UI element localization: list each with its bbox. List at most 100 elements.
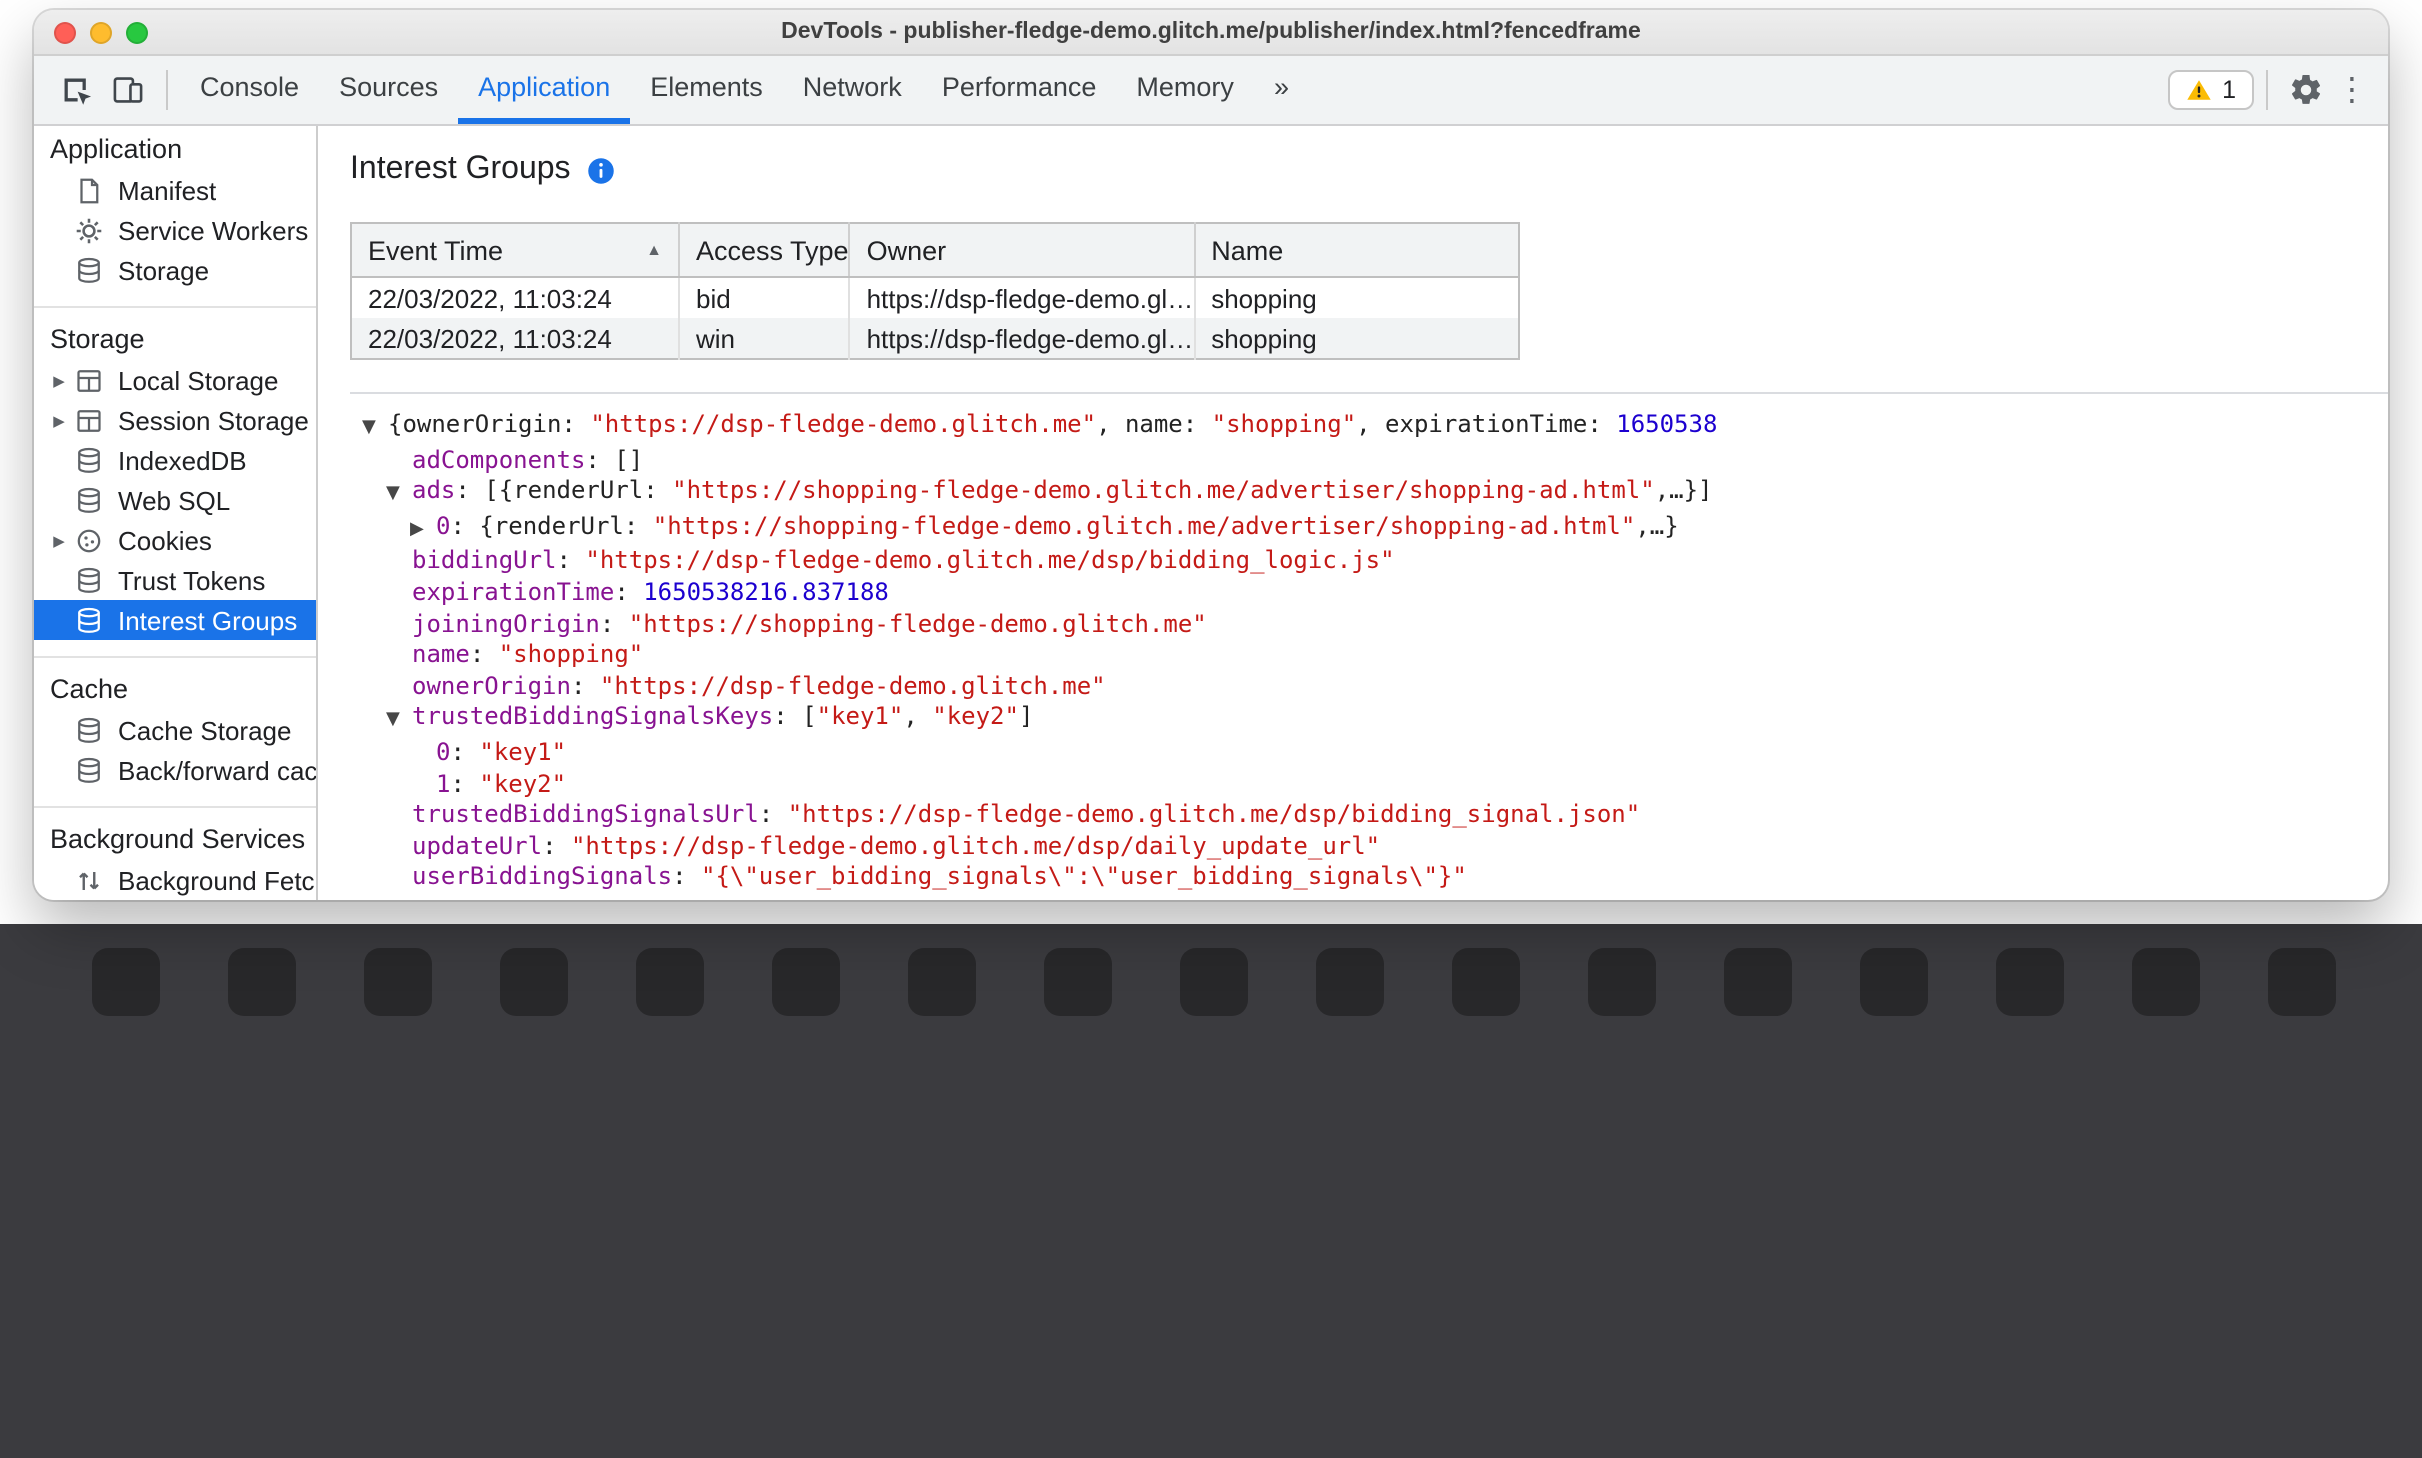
tree-line[interactable]: ▼ trustedBiddingSignalsKeys: ["key1", "ke… — [354, 703, 2388, 738]
dock-app-shape — [2132, 948, 2200, 1016]
tree-token: : — [469, 640, 499, 669]
sidebar-item-label: Cookies — [118, 525, 212, 555]
sidebar-item-storage[interactable]: Storage — [34, 250, 316, 290]
tree-token: "key2" — [932, 702, 1019, 731]
dock-app-shape — [636, 948, 704, 1016]
expand-arrow-icon[interactable]: ▶ — [46, 371, 72, 389]
tree-token: ownerOrigin — [412, 671, 571, 700]
tree-token: : — [450, 769, 480, 798]
tab-sources[interactable]: Sources — [319, 56, 458, 124]
sidebar-item-service-workers[interactable]: Service Workers — [34, 210, 316, 250]
device-toolbar-button[interactable] — [102, 62, 154, 118]
tree-token: : — [614, 577, 644, 606]
sidebar-section-background-services: Background Services Background Fetch — [34, 808, 316, 900]
sidebar-section-title: Cache — [50, 674, 129, 704]
tree-token: : — [556, 546, 586, 575]
column-header-owner[interactable]: Owner — [848, 223, 1195, 278]
sidebar-item-cache-storage[interactable]: Cache Storage — [34, 710, 316, 750]
sidebar-item-manifest[interactable]: Manifest — [34, 170, 316, 210]
sidebar-item-cookies[interactable]: ▶ Cookies — [34, 520, 316, 560]
tree-line[interactable]: joiningOrigin: "https://shopping-fledge-… — [354, 609, 2388, 640]
inspect-element-button[interactable] — [50, 62, 102, 118]
tree-line[interactable]: expirationTime: 1650538216.837188 — [354, 578, 2388, 609]
more-options-menu-icon[interactable]: ⋮ — [2332, 70, 2372, 110]
info-icon[interactable] — [587, 155, 617, 185]
table-cell: 22/03/2022, 11:03:24 — [368, 283, 612, 313]
table-cell: https://dsp-fledge-demo.gl… — [848, 277, 1195, 318]
warning-count: 1 — [2222, 76, 2236, 104]
settings-gear-icon[interactable] — [2280, 62, 2332, 118]
collapse-arrow-icon[interactable]: ▼ — [386, 707, 412, 738]
tree-line[interactable]: ▶ 0: {renderUrl: "https://shopping-fledge… — [354, 512, 2388, 547]
table-row[interactable]: 22/03/2022, 11:03:24 bid https://dsp-fledg… — [351, 277, 1519, 318]
zoom-button[interactable] — [126, 21, 148, 43]
desktop-dock-strip — [0, 924, 2422, 1458]
tree-token: : — [450, 737, 480, 766]
sidebar-item-interest-groups[interactable]: Interest Groups — [34, 600, 316, 640]
sidebar-item-session-storage[interactable]: ▶ Session Storage — [34, 400, 316, 440]
tree-token: biddingUrl — [412, 546, 557, 575]
sidebar-item-label: Cache Storage — [118, 715, 292, 745]
tree-line[interactable]: 0: "key1" — [354, 738, 2388, 769]
tab-console[interactable]: Console — [180, 56, 319, 124]
column-header-name[interactable]: Name — [1193, 223, 1519, 278]
dock-app-shape — [1044, 948, 1112, 1016]
close-button[interactable] — [54, 21, 76, 43]
tree-line[interactable]: name: "shopping" — [354, 640, 2388, 671]
more-tabs-chevron[interactable]: » — [1254, 56, 1309, 124]
database-icon — [72, 754, 104, 786]
sidebar-item-web-sql[interactable]: Web SQL — [34, 480, 316, 520]
database-icon — [72, 444, 104, 476]
sidebar-item-local-storage[interactable]: ▶ Local Storage — [34, 360, 316, 400]
sidebar-item-label: Trust Tokens — [118, 565, 266, 595]
column-header-event-time[interactable]: Event Time ▲ — [351, 223, 679, 278]
sidebar-section-title: Storage — [50, 324, 145, 354]
tree-line[interactable]: updateUrl: "https://dsp-fledge-demo.glit… — [354, 831, 2388, 862]
tab-memory[interactable]: Memory — [1116, 56, 1254, 124]
expand-arrow-icon[interactable]: ▶ — [410, 516, 436, 547]
dock-app-shape — [364, 948, 432, 1016]
sidebar-item-label: IndexedDB — [118, 445, 247, 475]
tree-line[interactable]: ▼ ads: [{renderUrl: "https://shopping-fle… — [354, 476, 2388, 511]
sidebar-section-title: Background Services — [50, 824, 306, 854]
tab-elements[interactable]: Elements — [630, 56, 783, 124]
tree-line[interactable]: trustedBiddingSignalsUrl: "https://dsp-f… — [354, 800, 2388, 831]
tree-token: ,…} — [1635, 511, 1679, 540]
tree-token: : — [672, 862, 701, 891]
column-header-access-type[interactable]: Access Type — [677, 223, 850, 278]
sidebar-item-label: Local Storage — [118, 365, 279, 395]
tree-line[interactable]: adComponents: [] — [354, 445, 2388, 476]
tab-performance[interactable]: Performance — [922, 56, 1117, 124]
tree-token: 0 — [436, 511, 451, 540]
collapse-arrow-icon[interactable]: ▼ — [386, 480, 412, 511]
minimize-button[interactable] — [90, 21, 112, 43]
tree-line[interactable]: biddingUrl: "https://dsp-fledge-demo.gli… — [354, 547, 2388, 578]
dock-app-shape — [2268, 948, 2336, 1016]
dock-app-shape — [1316, 948, 1384, 1016]
tree-line[interactable]: 1: "key2" — [354, 769, 2388, 800]
tree-token: ads — [412, 476, 456, 505]
tree-token: : — [599, 609, 629, 638]
tree-line[interactable]: userBiddingSignals: "{\"user_bidding_sig… — [354, 863, 2388, 894]
gear-icon — [72, 214, 104, 246]
expand-arrow-icon[interactable]: ▶ — [46, 411, 72, 429]
warning-triangle-icon — [2187, 80, 2211, 100]
issues-warning-badge[interactable]: 1 — [2168, 70, 2254, 110]
collapse-arrow-icon[interactable]: ▼ — [362, 414, 388, 445]
table-cell: bid — [677, 277, 850, 318]
expand-arrow-icon[interactable]: ▶ — [46, 531, 72, 549]
table-row[interactable]: 22/03/2022, 11:03:24 win https://dsp-fledg… — [351, 318, 1519, 359]
tab-application[interactable]: Application — [458, 56, 631, 124]
sidebar-item-trust-tokens[interactable]: Trust Tokens — [34, 560, 316, 600]
tree-line[interactable]: ownerOrigin: "https://dsp-fledge-demo.gl… — [354, 672, 2388, 703]
tree-line[interactable]: ▼ {ownerOrigin: "https://dsp-fledge-demo.… — [354, 410, 2388, 445]
updown-icon — [72, 864, 104, 896]
tree-token: "https://shopping-fledge-demo.glitch.me" — [628, 609, 1207, 638]
tree-token: updateUrl — [412, 831, 543, 860]
tree-token: "key1" — [479, 737, 567, 766]
sidebar-item-background-fetch[interactable]: Background Fetch — [34, 860, 316, 900]
sidebar-item-label: Storage — [118, 255, 210, 285]
sidebar-item-indexeddb[interactable]: IndexedDB — [34, 440, 316, 480]
tab-network[interactable]: Network — [783, 56, 922, 124]
sidebar-item-back-forward-cach[interactable]: Back/forward cach — [34, 750, 316, 790]
